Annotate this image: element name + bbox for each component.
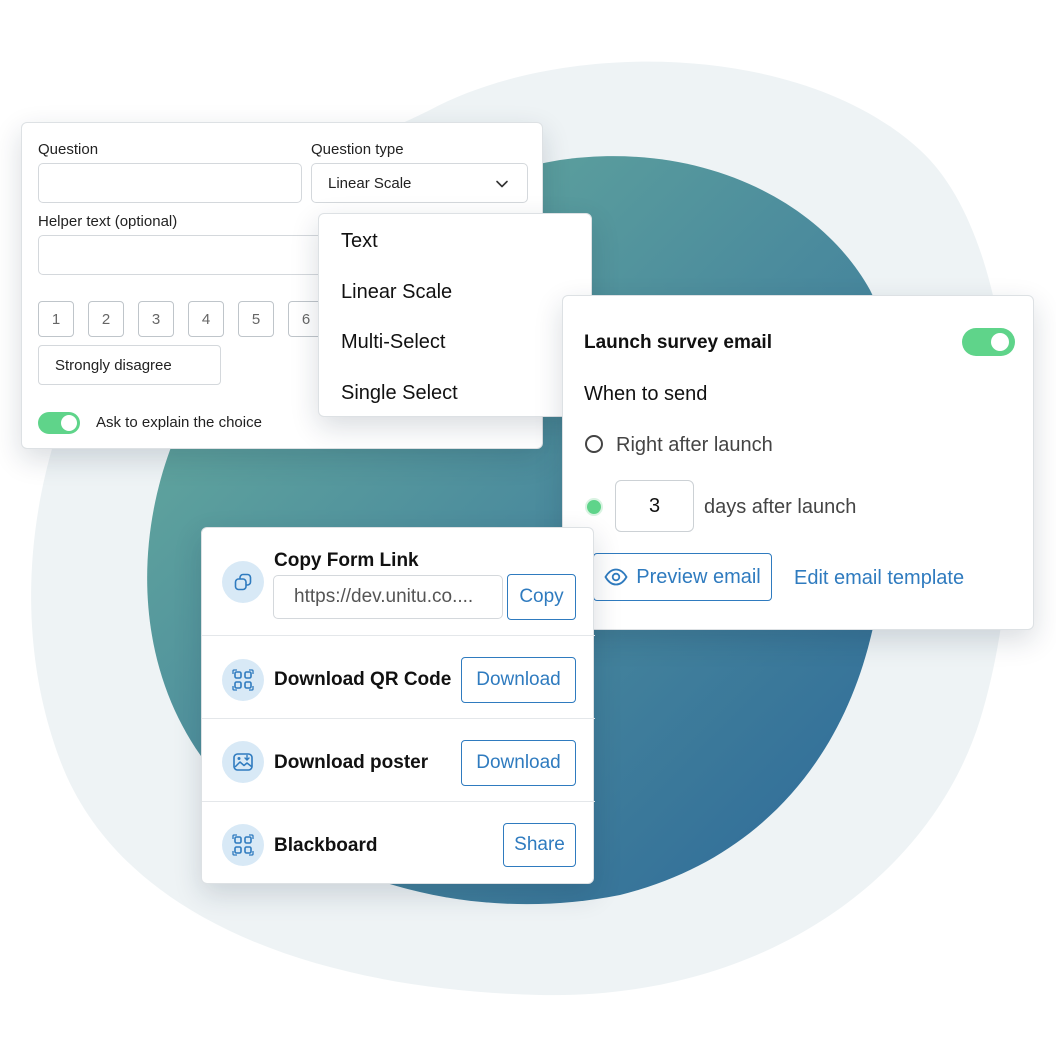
question-input[interactable] — [38, 163, 302, 203]
scale-option-1[interactable]: 1 — [38, 301, 74, 337]
copy-icon — [234, 573, 252, 591]
poster-icon-badge — [222, 741, 264, 783]
question-label: Question — [38, 141, 99, 158]
blackboard-title: Blackboard — [274, 835, 378, 856]
launch-email-card: Launch survey email When to send Right a… — [562, 295, 1034, 630]
preview-email-button[interactable]: Preview email — [593, 553, 772, 601]
scale-option-4[interactable]: 4 — [188, 301, 224, 337]
form-link-field[interactable]: https://dev.unitu.co.... — [273, 575, 503, 619]
row-divider — [202, 718, 595, 719]
menu-item-single-select[interactable]: Single Select — [341, 382, 458, 405]
days-after-launch-label: days after launch — [704, 496, 857, 518]
launch-email-title: Launch survey email — [584, 332, 772, 353]
min-label-field[interactable]: Strongly disagree — [38, 345, 221, 385]
download-qr-button[interactable]: Download — [461, 657, 576, 703]
row-divider — [202, 801, 595, 802]
blackboard-icon — [232, 834, 254, 856]
edit-email-template-link[interactable]: Edit email template — [794, 567, 964, 590]
explain-choice-label: Ask to explain the choice — [96, 414, 262, 431]
copy-button[interactable]: Copy — [507, 574, 576, 620]
eye-icon — [604, 568, 628, 586]
days-input[interactable]: 3 — [615, 480, 694, 532]
download-poster-title: Download poster — [274, 752, 429, 773]
chevron-down-icon — [496, 180, 508, 188]
copy-icon-badge — [222, 561, 264, 603]
menu-item-multi-select[interactable]: Multi-Select — [341, 331, 445, 354]
menu-item-linear-scale[interactable]: Linear Scale — [341, 281, 452, 304]
blackboard-icon-badge — [222, 824, 264, 866]
preview-email-label: Preview email — [636, 565, 761, 588]
question-type-select[interactable]: Linear Scale — [311, 163, 528, 203]
copy-form-link-title: Copy Form Link — [274, 550, 419, 571]
radio-days-after-launch[interactable] — [585, 498, 603, 516]
row-divider — [202, 635, 595, 636]
right-after-launch-label: Right after launch — [616, 434, 773, 456]
question-type-label: Question type — [311, 141, 404, 158]
blackboard-share-button[interactable]: Share — [503, 823, 576, 867]
menu-item-text[interactable]: Text — [341, 230, 378, 253]
qr-icon-badge — [222, 659, 264, 701]
when-to-send-label: When to send — [584, 383, 708, 405]
toggle-knob — [991, 333, 1009, 351]
question-type-value: Linear Scale — [328, 174, 412, 192]
share-options-card: Copy Form Link https://dev.unitu.co.... … — [201, 527, 595, 884]
toggle-knob — [61, 415, 77, 431]
download-poster-button[interactable]: Download — [461, 740, 576, 786]
qr-code-icon — [232, 669, 254, 691]
scale-option-3[interactable]: 3 — [138, 301, 174, 337]
scale-option-2[interactable]: 2 — [88, 301, 124, 337]
radio-right-after-launch[interactable] — [585, 435, 603, 453]
download-qr-title: Download QR Code — [274, 669, 452, 690]
question-type-menu: Text Linear Scale Multi-Select Single Se… — [318, 213, 592, 417]
explain-choice-toggle[interactable] — [38, 412, 80, 434]
scale-option-5[interactable]: 5 — [238, 301, 274, 337]
image-download-icon — [233, 753, 253, 771]
helper-text-label: Helper text (optional) — [38, 213, 178, 230]
launch-email-toggle[interactable] — [962, 328, 1015, 356]
